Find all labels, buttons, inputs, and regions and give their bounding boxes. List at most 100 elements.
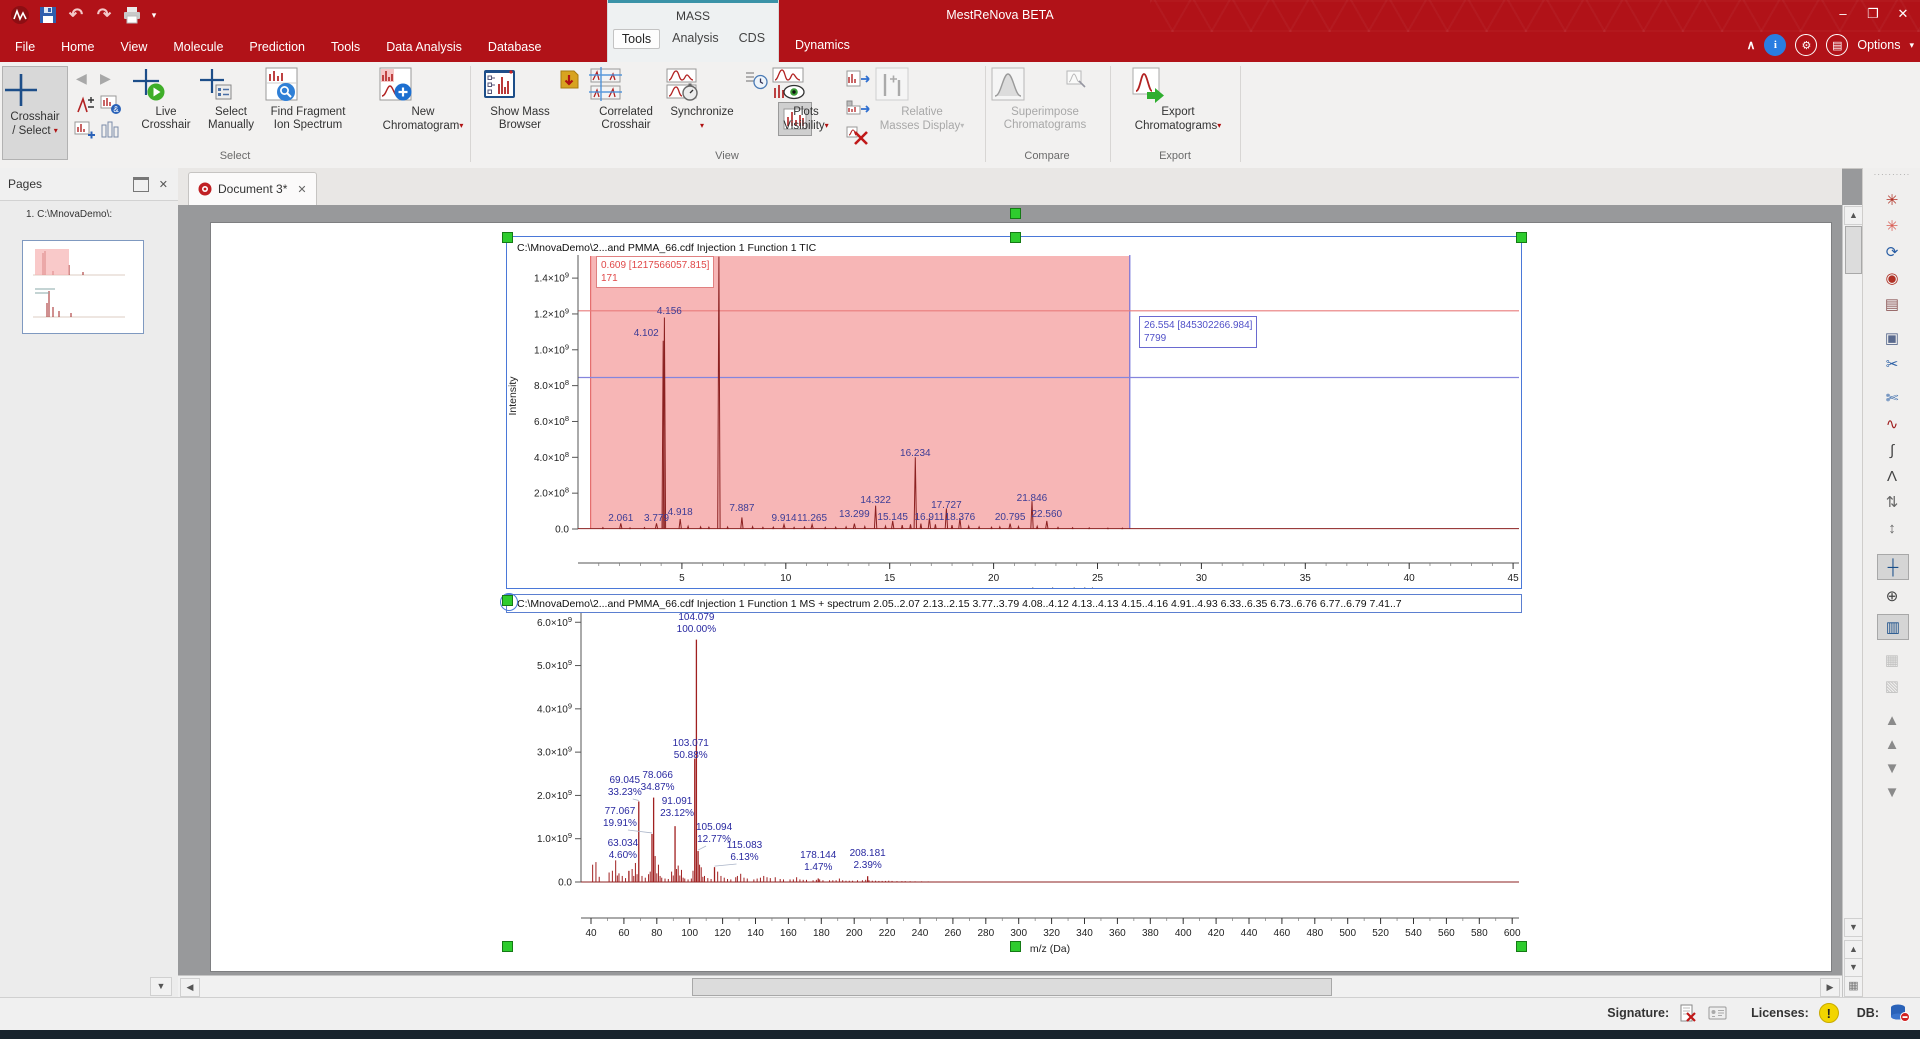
selection-handle[interactable] [502, 941, 513, 952]
selection-handle[interactable] [1010, 208, 1021, 219]
document-tab[interactable]: Document 3* ✕ [188, 172, 317, 205]
scroll-up-icon[interactable]: ▲ [1877, 708, 1907, 732]
synchronize-button[interactable]: Synchronize▾ [664, 66, 740, 133]
certificate-icon[interactable] [1708, 1005, 1727, 1021]
scroll-right-button[interactable]: ▶ [1820, 978, 1840, 997]
undo-icon[interactable]: ↶ [64, 3, 88, 27]
crosshair-tool-icon[interactable]: ┼ [1877, 554, 1909, 580]
licenses-book-icon[interactable]: ▤ [1826, 34, 1848, 56]
crosshair-select-button[interactable]: Crosshair / Select ▾ [2, 66, 68, 160]
scissors-icon[interactable]: ✂ [1877, 352, 1907, 376]
plots-visibility-button[interactable]: PlotsVisibility▾ [770, 66, 842, 133]
multiplets-icon[interactable]: Λ [1877, 464, 1907, 488]
scroll-up2-icon[interactable]: ▲ [1877, 732, 1907, 756]
menu-tab-view[interactable]: View [108, 34, 161, 60]
page-thumbnail[interactable] [22, 240, 144, 334]
db-disconnected-icon[interactable] [1889, 1003, 1910, 1023]
peaks-icon[interactable]: ∿ [1877, 412, 1907, 436]
reprocess-icon[interactable]: ⟳ [1877, 240, 1907, 264]
contextual-tab-tools[interactable]: Tools [613, 29, 660, 49]
minimize-button[interactable]: – [1828, 2, 1858, 26]
collapse-ribbon-icon[interactable]: ∧ [1747, 38, 1756, 52]
show-mass-browser-button[interactable]: Show MassBrowser [482, 66, 558, 132]
redo-icon[interactable]: ↷ [92, 3, 116, 27]
selection-handle[interactable] [1516, 941, 1527, 952]
menu-tab-data-analysis[interactable]: Data Analysis [373, 34, 475, 60]
crop-icon[interactable]: ✄ [1877, 386, 1907, 410]
align-spectra-icon[interactable] [100, 120, 122, 142]
vertical-scrollbar[interactable]: ▲ ▼ ▲ ▼ ▦ [1842, 205, 1863, 997]
selection-handle[interactable] [1516, 232, 1527, 243]
horizontal-scrollbar[interactable]: ◀ ▶ [178, 975, 1842, 998]
realtime-icon[interactable]: ◉ [1877, 266, 1907, 290]
menu-tab-file[interactable]: File [2, 34, 48, 60]
add-trace-icon[interactable] [74, 120, 96, 142]
float-panel-icon[interactable] [133, 177, 149, 192]
delete-trace-icon[interactable] [846, 124, 871, 146]
toolbar-drag-handle[interactable]: ·········· [1863, 168, 1920, 177]
contextual-tab-analysis[interactable]: Analysis [664, 29, 727, 49]
menu-tab-dynamics[interactable]: Dynamics [782, 32, 863, 58]
clipboard-icon[interactable]: ▣ [1877, 326, 1907, 350]
live-crosshair-button[interactable]: LiveCrosshair [131, 66, 201, 132]
scroll-up-button[interactable]: ▲ [1844, 206, 1863, 225]
options-dropdown-icon[interactable]: ▾ [1909, 40, 1914, 51]
report-icon[interactable]: ▤ [1877, 292, 1907, 316]
layout-grid-button[interactable]: ▦ [1844, 976, 1863, 997]
page-down-button[interactable]: ▼ [1844, 958, 1863, 977]
page-item-label[interactable]: 1. C:\MnovaDemo\: [0, 201, 178, 222]
mass-browser-icon[interactable]: ▥ [1877, 614, 1909, 640]
zoom-tool-icon[interactable]: ⊕ [1877, 584, 1907, 608]
stack-down-icon[interactable]: ↕ [1877, 516, 1907, 540]
scroll-down-button[interactable]: ▼ [1844, 918, 1863, 937]
manual-threshold-icon[interactable] [74, 94, 96, 116]
scroll-left-button[interactable]: ◀ [180, 978, 200, 997]
vertical-scroll-thumb[interactable] [1845, 226, 1862, 274]
menu-tab-molecule[interactable]: Molecule [160, 34, 236, 60]
menu-tab-tools[interactable]: Tools [318, 34, 373, 60]
history-back-button[interactable]: ◀ [76, 70, 87, 87]
spectrum-link-icon[interactable]: & [100, 94, 122, 116]
move-trace-icon[interactable] [846, 68, 871, 90]
close-tab-icon[interactable]: ✕ [297, 183, 306, 196]
auto-analysis-icon[interactable]: ✳ [1877, 188, 1907, 212]
close-panel-icon[interactable]: ✕ [159, 178, 168, 191]
save-icon[interactable] [36, 3, 60, 27]
license-warning-icon[interactable]: ! [1819, 1003, 1839, 1023]
stack-up-icon[interactable]: ⇅ [1877, 490, 1907, 514]
export-chromatograms-button[interactable]: ExportChromatograms▾ [1130, 66, 1226, 133]
horizontal-scroll-thumb[interactable] [692, 978, 1332, 996]
restore-button[interactable]: ❐ [1858, 2, 1888, 26]
contextual-tab-cds[interactable]: CDS [731, 29, 773, 49]
history-forward-button[interactable]: ▶ [100, 70, 111, 87]
selection-handle[interactable] [502, 232, 513, 243]
scroll-down-icon[interactable]: ▼ [1877, 756, 1907, 780]
find-fragment-ion-button[interactable]: Find FragmentIon Spectrum [264, 66, 352, 132]
page-up-button[interactable]: ▲ [1844, 940, 1863, 959]
integrals-icon[interactable]: ∫ [1877, 438, 1907, 462]
gear-icon[interactable]: ⚙ [1795, 34, 1817, 56]
selection-handle[interactable] [1010, 232, 1021, 243]
select-manually-button[interactable]: SelectManually [198, 66, 264, 132]
menu-tab-prediction[interactable]: Prediction [236, 34, 318, 60]
options-menu[interactable]: Options [1857, 38, 1900, 52]
panel-scroll-down-button[interactable]: ▼ [150, 977, 172, 996]
tic-chromatogram-plot[interactable]: 0.02.0×1084.0×1086.0×1088.0×1081.0×1091.… [506, 236, 1522, 589]
menu-tab-database[interactable]: Database [475, 34, 555, 60]
print-icon[interactable] [120, 3, 144, 27]
signature-invalid-icon[interactable] [1679, 1004, 1698, 1023]
correlated-crosshair-button[interactable]: CorrelatedCrosshair [588, 66, 664, 132]
ms-spectrum-plot[interactable]: 0.01.0×1092.0×1093.0×1094.0×1095.0×1096.… [506, 595, 1522, 960]
selection-handle[interactable] [1010, 941, 1021, 952]
menu-tab-home[interactable]: Home [48, 34, 107, 60]
new-chromatogram-button[interactable]: NewChromatogram▾ [378, 66, 468, 133]
info-icon[interactable]: i [1764, 34, 1786, 56]
scroll-down2-icon[interactable]: ▼ [1877, 780, 1907, 804]
close-button[interactable]: ✕ [1888, 2, 1918, 26]
download-processing-icon[interactable] [558, 69, 581, 90]
selection-handle[interactable] [502, 595, 513, 606]
quick-access-dropdown-icon[interactable]: ▾ [148, 3, 160, 27]
manual-analysis-icon[interactable]: ✳ [1877, 214, 1907, 238]
move-locked-trace-icon[interactable] [846, 96, 871, 118]
sync-delay-icon[interactable] [744, 69, 768, 91]
